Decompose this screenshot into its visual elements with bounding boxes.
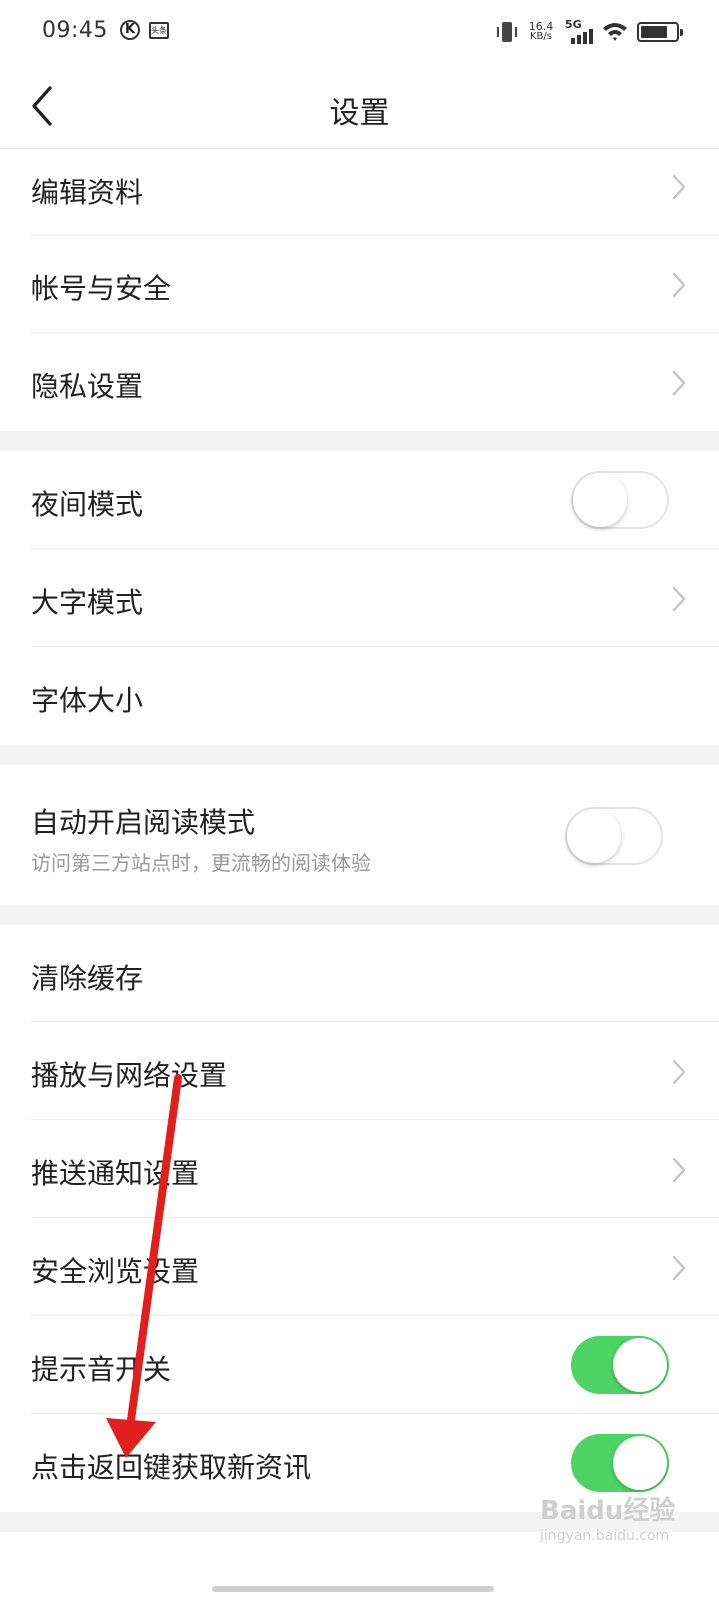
chevron-right-icon [672, 272, 686, 298]
settings-item-sound-toggle[interactable]: 提示音开关 [0, 1316, 719, 1414]
auto-reader-mode-toggle[interactable] [565, 807, 663, 865]
settings-item-sublabel: 访问第三方站点时，更流畅的阅读体验 [31, 851, 371, 875]
settings-item-label: 帐号与安全 [31, 272, 172, 305]
watermark-url: jingyan.baidu.com [540, 1528, 670, 1544]
settings-item-playback-network[interactable]: 播放与网络设置 [0, 1022, 719, 1120]
settings-item-label: 清除缓存 [31, 962, 144, 995]
signal-icon: 5G [565, 18, 593, 44]
settings-item-privacy[interactable]: 隐私设置 [0, 333, 719, 431]
night-mode-toggle[interactable] [571, 471, 669, 529]
status-bar: 09:45 K 头条 16.4 KB/s 5G [0, 0, 719, 64]
settings-item-font-size[interactable]: 字体大小 [0, 647, 719, 745]
settings-item-auto-reader-mode[interactable]: 自动开启阅读模式 访问第三方站点时，更流畅的阅读体验 [0, 765, 719, 905]
header: 设置 [0, 64, 719, 149]
chevron-right-icon [672, 174, 686, 200]
network-speed: 16.4 KB/s [526, 21, 556, 42]
settings-item-push-notifications[interactable]: 推送通知设置 [0, 1120, 719, 1218]
settings-item-label: 字体大小 [31, 684, 144, 717]
network-speed-unit: KB/s [530, 31, 552, 42]
watermark-logo: Baidu经验 [540, 1496, 676, 1526]
section-gap [0, 431, 719, 451]
page-title: 设置 [329, 96, 390, 131]
settings-item-night-mode[interactable]: 夜间模式 [0, 451, 719, 549]
settings-item-label: 推送通知设置 [31, 1157, 200, 1190]
battery-icon [637, 22, 683, 42]
back-refresh-toggle[interactable] [571, 1434, 669, 1492]
vibrate-icon [497, 21, 517, 43]
chevron-right-icon [672, 1255, 686, 1281]
settings-item-label: 隐私设置 [31, 370, 144, 403]
settings-item-edit-profile[interactable]: 编辑资料 [0, 149, 719, 236]
settings-item-label: 自动开启阅读模式 [31, 806, 256, 839]
settings-item-account-security[interactable]: 帐号与安全 [0, 236, 719, 333]
settings-item-label: 提示音开关 [31, 1353, 172, 1386]
settings-item-large-text[interactable]: 大字模式 [0, 549, 719, 647]
wifi-icon [603, 23, 627, 41]
settings-item-label: 点击返回键获取新资讯 [31, 1451, 312, 1484]
settings-item-clear-cache[interactable]: 清除缓存 [0, 925, 719, 1022]
settings-item-safe-browsing[interactable]: 安全浏览设置 [0, 1218, 719, 1316]
section-gap [0, 905, 719, 925]
chevron-right-icon [672, 586, 686, 612]
settings-item-label: 安全浏览设置 [31, 1255, 200, 1288]
settings-item-label: 播放与网络设置 [31, 1059, 228, 1092]
chevron-right-icon [672, 1157, 686, 1183]
section-gap [0, 745, 719, 765]
network-type: 5G [565, 18, 582, 31]
k-badge-icon: K [120, 20, 140, 40]
status-time: 09:45 [42, 18, 108, 43]
settings-item-label: 夜间模式 [31, 488, 144, 521]
settings-item-label: 编辑资料 [31, 176, 144, 209]
toutiao-badge-icon: 头条 [149, 22, 169, 39]
settings-item-label: 大字模式 [31, 586, 144, 619]
sound-toggle[interactable] [571, 1336, 669, 1394]
chevron-right-icon [672, 1059, 686, 1085]
status-icons: 16.4 KB/s 5G [497, 16, 683, 48]
home-indicator[interactable] [212, 1586, 494, 1592]
chevron-right-icon [672, 370, 686, 396]
